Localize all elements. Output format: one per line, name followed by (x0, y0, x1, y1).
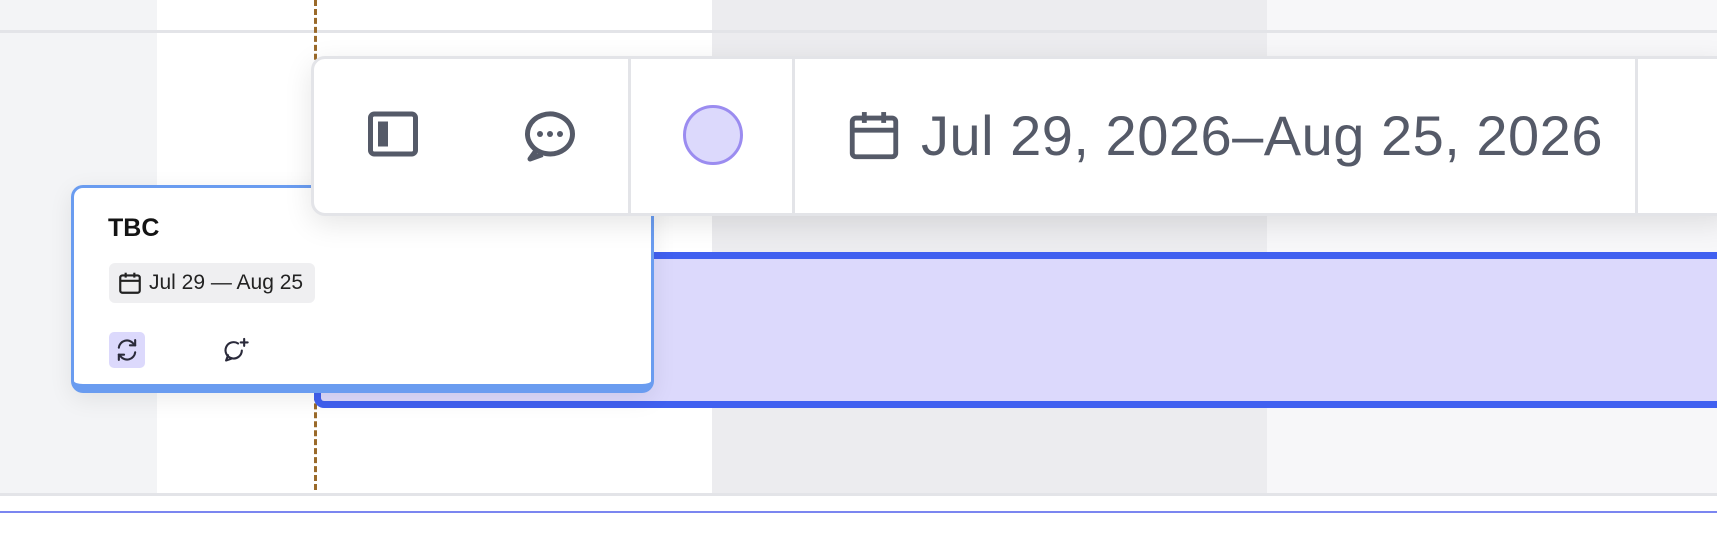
comment-icon (525, 111, 576, 162)
sync-button[interactable] (109, 332, 145, 368)
date-range-label: Jul 29, 2026–Aug 25, 2026 (921, 103, 1603, 167)
comments-button[interactable] (515, 99, 585, 169)
timeline-canvas: TBC Jul 29 — Aug 25 Jul 29, 2026–Aug 25,… (0, 0, 1717, 543)
add-comment-button[interactable] (218, 332, 254, 368)
toolbar-divider (628, 59, 631, 213)
row-divider (0, 493, 1717, 496)
item-card[interactable]: TBC Jul 29 — Aug 25 (71, 185, 654, 393)
status-circle[interactable] (683, 105, 743, 165)
toolbar-divider (1635, 59, 1638, 213)
refresh-icon (117, 339, 137, 361)
item-date-label: Jul 29 — Aug 25 (149, 271, 304, 294)
item-title: TBC (108, 214, 160, 242)
toolbar-divider (792, 59, 795, 213)
calendar-icon (119, 272, 141, 294)
row-divider (0, 30, 1717, 33)
row-accent-line (0, 511, 1717, 513)
sidebar-panel-icon (368, 111, 418, 157)
item-toolbar: Jul 29, 2026–Aug 25, 2026 (311, 56, 1717, 216)
open-sidebar-button[interactable] (358, 99, 428, 169)
more-vertical-icon[interactable] (1713, 109, 1717, 165)
item-date-chip[interactable]: Jul 29 — Aug 25 (109, 263, 316, 303)
add-comment-icon (224, 337, 249, 362)
date-range-button[interactable]: Jul 29, 2026–Aug 25, 2026 (845, 97, 1603, 173)
calendar-icon (849, 112, 899, 160)
